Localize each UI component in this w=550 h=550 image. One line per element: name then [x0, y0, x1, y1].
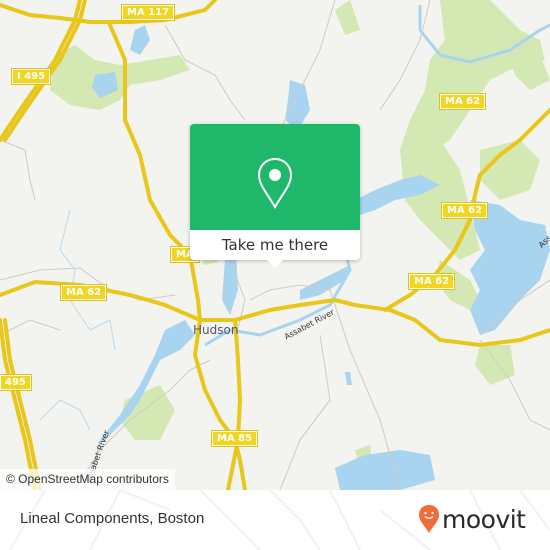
- location-popup: Take me there: [190, 124, 360, 268]
- place-name: Lineal Components, Boston: [20, 510, 205, 527]
- moovit-wordmark: moovit: [442, 504, 526, 534]
- road-shield-i-495: I 495: [10, 68, 52, 85]
- place-label-hudson: Hudson: [193, 323, 239, 337]
- road-shield-ma-62: MA 62: [59, 284, 108, 301]
- map-view[interactable]: MA 117 I 495 MA 62 MA 62 MA 62 MA 62 495…: [0, 0, 550, 490]
- moovit-logo[interactable]: moovit: [418, 502, 526, 536]
- streams: [39, 209, 116, 431]
- road-shield-ma-85: MA 85: [210, 430, 259, 447]
- popup-pointer: [267, 260, 283, 268]
- road-shield-ma-62: MA 62: [407, 273, 456, 290]
- road-shield-ma-117: MA 117: [120, 4, 176, 21]
- moovit-pin-icon: [419, 505, 439, 533]
- take-me-there-button[interactable]: Take me there: [190, 230, 360, 260]
- map-pin-icon: [257, 157, 293, 209]
- popup-header[interactable]: [190, 124, 360, 230]
- road-shield-495: 495: [0, 374, 32, 391]
- map-attribution[interactable]: © OpenStreetMap contributors: [0, 469, 175, 490]
- footer-bar: Lineal Components, Boston moovit: [0, 490, 550, 550]
- road-shield-ma-62: MA 62: [440, 202, 489, 219]
- road-shield-ma-62: MA 62: [438, 93, 487, 110]
